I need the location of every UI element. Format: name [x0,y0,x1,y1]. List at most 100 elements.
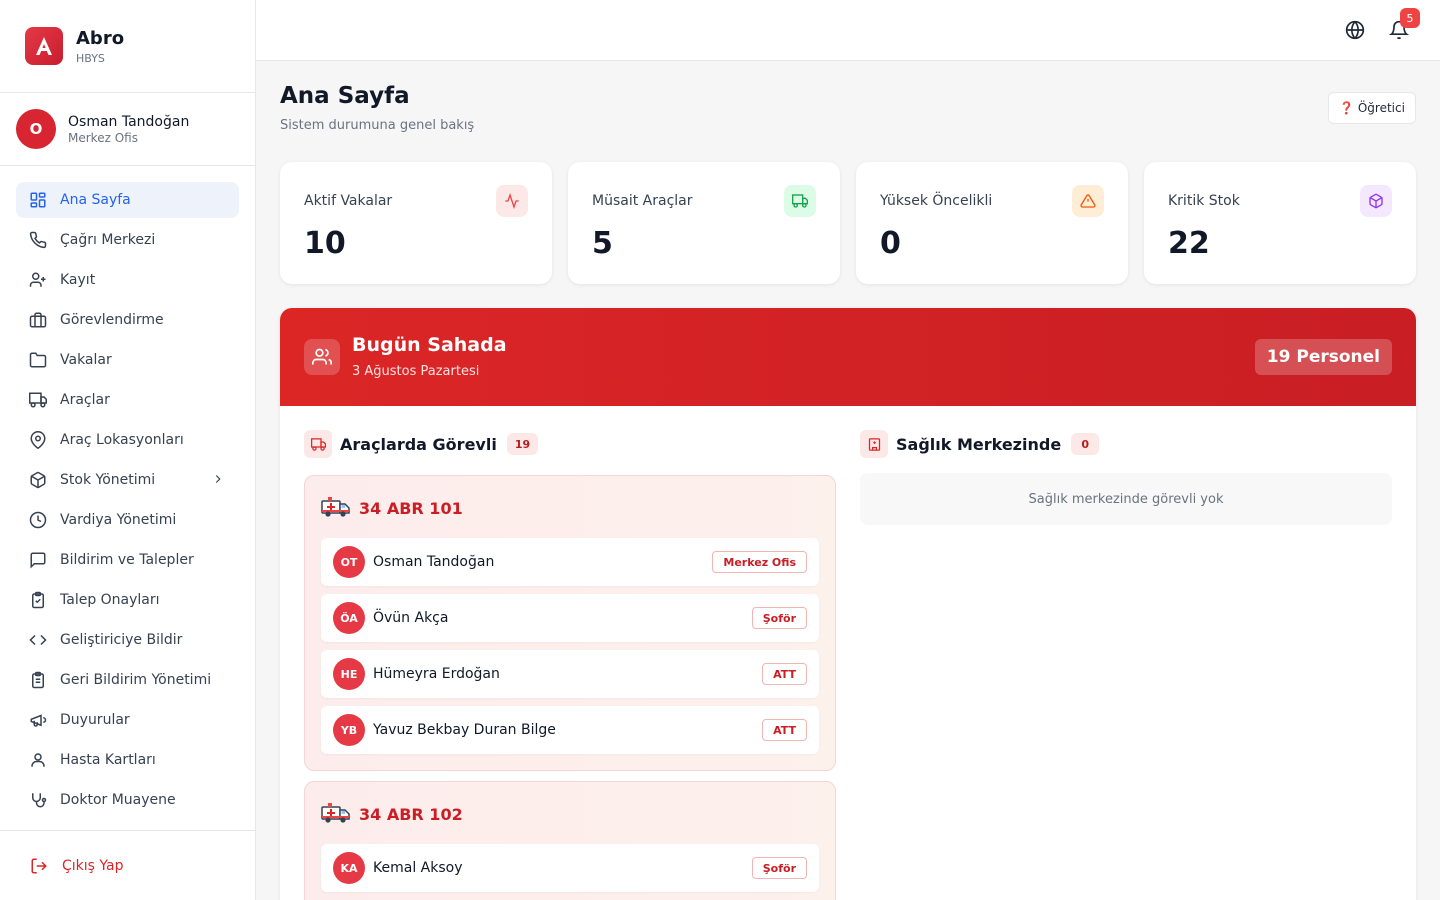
truck-icon [304,430,332,458]
hospital-icon [860,430,888,458]
crew-avatar: OT [333,546,365,578]
health-section-header: Sağlık Merkezinde 0 [860,430,1100,458]
sidebar-item-label: Duyurular [60,712,130,728]
stethoscope-icon [28,790,48,810]
sidebar-item-label: Ana Sayfa [60,192,131,208]
section-title: Araçlarda Görevli [340,434,497,454]
truck-icon [28,390,48,410]
globe-icon[interactable] [1345,20,1365,44]
logout-label: Çıkış Yap [62,858,124,874]
crew-role-badge: Şoför [751,607,807,629]
stat-card-musait-araclar[interactable]: Müsait Araçlar 5 [568,162,840,284]
sidebar-item-kayit[interactable]: Kayıt [16,262,239,298]
field-today-card: Bugün Sahada 3 Ağustos Pazartesi 19 Pers… [280,308,1416,900]
logout-icon [30,857,48,875]
map-pin-icon [28,430,48,450]
sidebar-item-label: Stok Yönetimi [60,472,156,488]
truck-icon [784,185,816,217]
sidebar-item-label: Araçlar [60,392,110,408]
sidebar-item-stok-yonetimi[interactable]: Stok Yönetimi [16,462,239,498]
sidebar-item-hasta-kartlari[interactable]: Hasta Kartları [16,742,239,778]
avatar: O [16,109,56,149]
section-count-badge: 0 [1071,433,1100,455]
sidebar-item-vardiya-yonetimi[interactable]: Vardiya Yönetimi [16,502,239,538]
user-role: Merkez Ofis [68,131,138,145]
brand-subtitle: HBYS [76,51,105,65]
sidebar-item-ana-sayfa[interactable]: Ana Sayfa [16,182,239,218]
page-title: Ana Sayfa [280,83,410,109]
crew-avatar: ÖA [333,602,365,634]
user-profile[interactable]: O Osman Tandoğan Merkez Ofis [0,93,255,166]
logout-section: Çıkış Yap [0,830,255,900]
sidebar-item-geri-bildirim-yonetimi[interactable]: Geri Bildirim Yönetimi [16,662,239,698]
sidebar-item-gelistiriciye-bildir[interactable]: Geliştiriciye Bildir [16,622,239,658]
sidebar-item-bildirim-ve-talepler[interactable]: Bildirim ve Talepler [16,542,239,578]
crew-name: Hümeyra Erdoğan [373,666,500,682]
clipboard-check-icon [28,590,48,610]
sidebar-item-label: Geliştiriciye Bildir [60,632,183,648]
health-empty-state: Sağlık merkezinde görevli yok [860,473,1392,525]
sidebar-item-label: Geri Bildirim Yönetimi [60,672,212,688]
sidebar-item-label: Araç Lokasyonları [60,432,184,448]
crew-role-badge: Merkez Ofis [712,551,807,573]
sidebar-item-doktor-muayene[interactable]: Doktor Muayene [16,782,239,818]
crew-role-badge: ATT [762,719,807,741]
user-plus-icon [28,270,48,290]
sidebar-item-cagri-merkezi[interactable]: Çağrı Merkezi [16,222,239,258]
notification-badge: 5 [1400,8,1420,28]
page-subtitle: Sistem durumuna genel bakış [280,118,475,133]
activity-icon [496,185,528,217]
crew-role-badge: Şoför [751,857,807,879]
field-header: Bugün Sahada 3 Ağustos Pazartesi 19 Pers… [280,308,1416,406]
sidebar-item-vakalar[interactable]: Vakalar [16,342,239,378]
sidebar-item-araclar[interactable]: Araçlar [16,382,239,418]
section-count-badge: 19 [506,433,539,455]
vehicle-card: 34 ABR 101 OT Osman Tandoğan Merkez Ofis… [304,475,836,771]
field-date: 3 Ağustos Pazartesi [352,364,480,379]
user-icon [28,750,48,770]
crew-row[interactable]: YB Yavuz Bekbay Duran Bilge ATT [321,706,819,754]
crew-avatar: KA [333,852,365,884]
sidebar-item-arac-lokasyonlari[interactable]: Araç Lokasyonları [16,422,239,458]
stat-card-aktif-vakalar[interactable]: Aktif Vakalar 10 [280,162,552,284]
brand-logo-icon [25,27,63,65]
crew-row[interactable]: KA Kemal Aksoy Şoför [321,844,819,892]
sidebar-nav: Ana Sayfa Çağrı Merkezi Kayıt Görevlendi… [0,166,255,818]
clipboard-list-icon [28,670,48,690]
stat-value: 10 [304,226,346,261]
stat-card-kritik-stok[interactable]: Kritik Stok 22 [1144,162,1416,284]
vehicle-card: 34 ABR 102 KA Kemal Aksoy Şoför [304,781,836,900]
sidebar-item-duyurular[interactable]: Duyurular [16,702,239,738]
crew-row[interactable]: HE Hümeyra Erdoğan ATT [321,650,819,698]
topbar: 5 [256,0,1440,61]
user-name: Osman Tandoğan [68,114,190,130]
vehicle-plate: 34 ABR 101 [359,498,463,518]
sidebar-item-label: Doktor Muayene [60,792,176,808]
sidebar-item-talep-onaylari[interactable]: Talep Onayları [16,582,239,618]
phone-icon [28,230,48,250]
code-icon [28,630,48,650]
field-title: Bugün Sahada [352,334,507,356]
crew-name: Övün Akça [373,610,449,626]
crew-avatar: HE [333,658,365,690]
stat-label: Müsait Araçlar [592,193,693,209]
crew-name: Kemal Aksoy [373,860,463,876]
ambulance-icon [321,799,351,829]
logout-button[interactable]: Çıkış Yap [16,847,239,885]
dashboard-icon [28,190,48,210]
users-icon [304,339,340,375]
sidebar-item-label: Vardiya Yönetimi [60,512,177,528]
sidebar-item-label: Görevlendirme [60,312,164,328]
crew-name: Yavuz Bekbay Duran Bilge [373,722,556,738]
personnel-count-badge: 19 Personel [1254,339,1392,375]
stat-card-yuksek-oncelikli[interactable]: Yüksek Öncelikli 0 [856,162,1128,284]
tutorial-button[interactable]: ❓ Öğretici [1328,92,1416,124]
sidebar-item-gorevlendirme[interactable]: Görevlendirme [16,302,239,338]
chevron-right-icon[interactable] [211,472,225,490]
briefcase-icon [28,310,48,330]
stat-label: Yüksek Öncelikli [880,193,993,209]
crew-row[interactable]: OT Osman Tandoğan Merkez Ofis [321,538,819,586]
stats-row: Aktif Vakalar 10 Müsait Araçlar 5 Yüksek… [280,162,1416,284]
crew-row[interactable]: ÖA Övün Akça Şoför [321,594,819,642]
brand: Abro HBYS [0,0,255,93]
